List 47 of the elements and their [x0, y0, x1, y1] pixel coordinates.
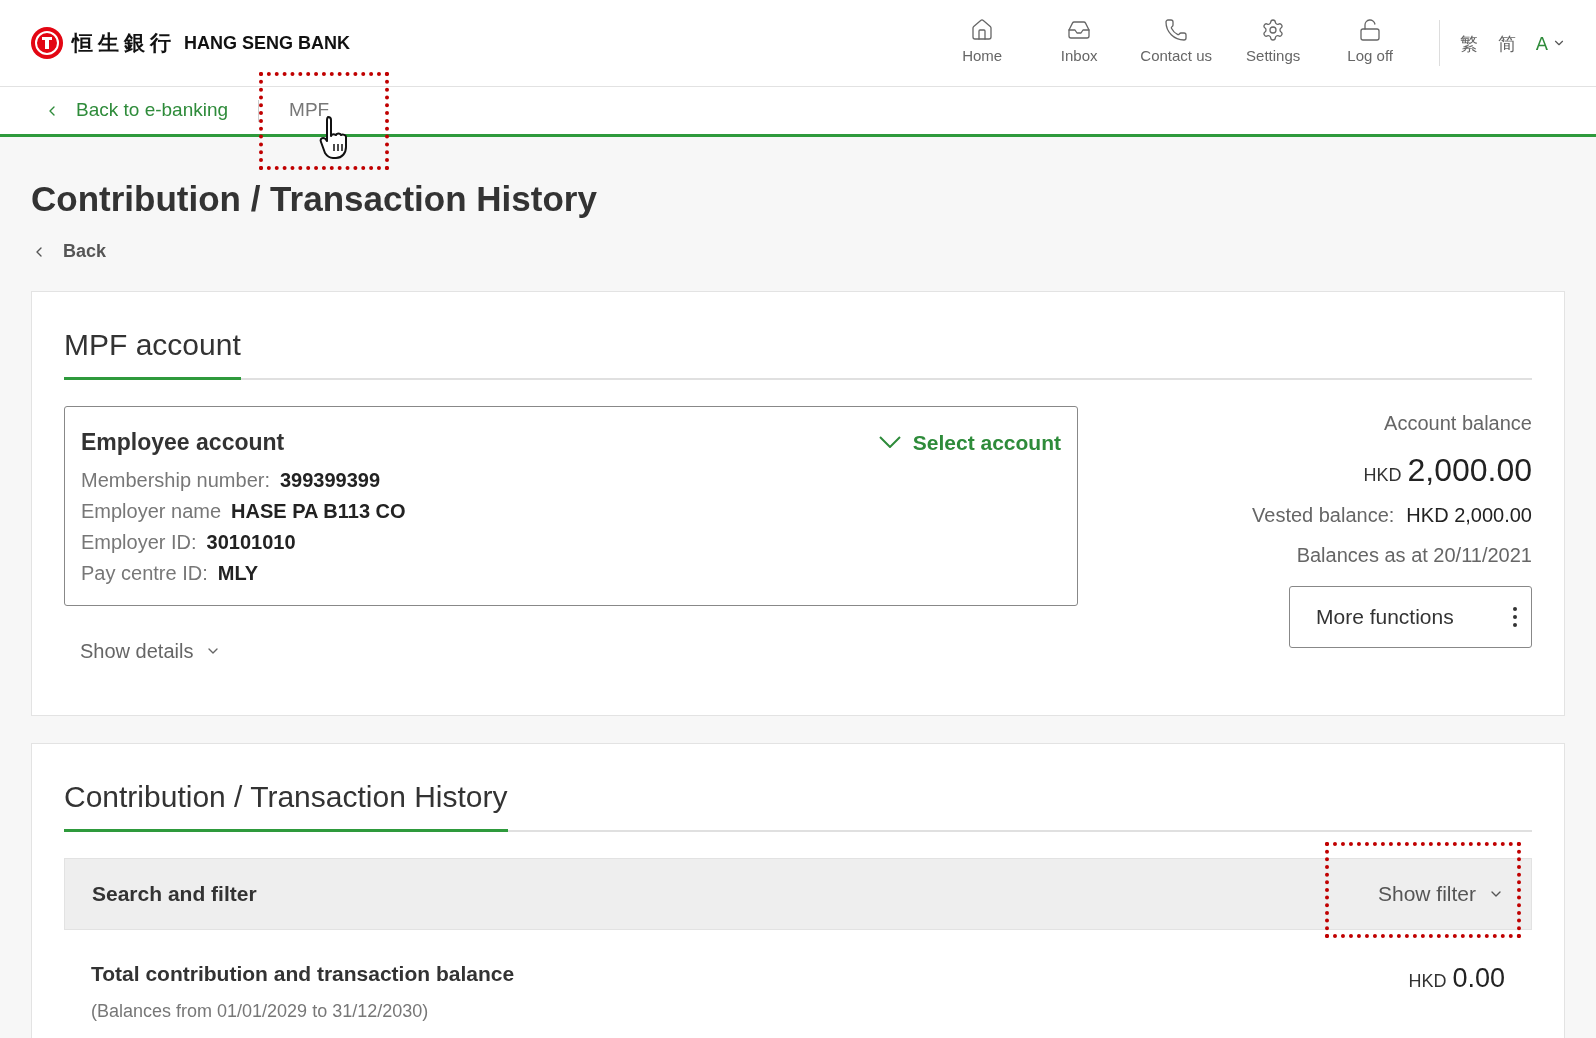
more-functions-button[interactable]: More functions	[1289, 586, 1532, 648]
currency-label: HKD	[1408, 970, 1447, 993]
nav-button[interactable]: Home	[933, 18, 1031, 68]
field-label: Membership number:	[81, 467, 270, 492]
section-heading: Contribution / Transaction History	[64, 774, 508, 832]
nav-button[interactable]: Settings	[1224, 18, 1322, 68]
currency-label: HKD	[1363, 464, 1402, 487]
nav-button[interactable]: Inbox	[1030, 18, 1128, 68]
account-title: Employee account	[81, 428, 285, 457]
settings-icon	[1261, 18, 1286, 43]
filter-title: Search and filter	[92, 881, 257, 908]
bank-chinese-name: 恒生銀行	[72, 29, 176, 58]
total-amount: 0.00	[1452, 962, 1505, 995]
unlocked-padlock-icon	[1358, 18, 1383, 43]
field-label: Employer name	[81, 498, 222, 523]
field-value: HASE PA B113 CO	[231, 498, 406, 523]
bank-logo-icon	[30, 26, 64, 60]
phone-icon	[1164, 18, 1189, 43]
back-link[interactable]: Back	[31, 238, 107, 265]
balance-amount: 2,000.00	[1407, 451, 1532, 490]
back-to-ebanking-link[interactable]: Back to e-banking	[44, 96, 229, 125]
nav-button[interactable]: Log off	[1321, 18, 1419, 68]
total-range: (Balances from 01/01/2029 to 31/12/2030)	[91, 999, 430, 1023]
field-label: Employer ID:	[81, 529, 197, 554]
total-label: Total contribution and transaction balance	[91, 961, 515, 987]
balance-label: Account balance	[1384, 411, 1532, 436]
select-account-button[interactable]: Select account	[878, 426, 1061, 458]
vested-label: Vested balance:	[1252, 503, 1395, 528]
more-vertical-icon	[1513, 607, 1517, 627]
vested-amount: HKD 2,000.00	[1406, 503, 1532, 528]
bank-name: HANG SENG BANK	[184, 31, 350, 55]
nav-button[interactable]: Contact us	[1127, 18, 1225, 68]
field-label: Pay centre ID:	[81, 560, 208, 585]
balance-date: Balances as at 20/11/2021	[1296, 543, 1532, 568]
language-option[interactable]: 繁	[1459, 29, 1478, 57]
field-value: 30101010	[206, 529, 296, 554]
home-icon	[970, 18, 995, 43]
field-value: MLY	[217, 560, 259, 585]
show-details-button[interactable]: Show details	[80, 636, 222, 666]
page-title: Contribution / Transaction History	[31, 181, 598, 216]
chevron-down-icon	[878, 436, 901, 449]
language-option[interactable]: A	[1535, 29, 1566, 57]
show-filter-button[interactable]: Show filter	[1377, 878, 1504, 910]
section-heading: MPF account	[64, 322, 241, 380]
field-value: 399399399	[279, 467, 381, 492]
breadcrumb-current: MPF	[289, 98, 330, 123]
language-option[interactable]: 简	[1497, 29, 1516, 57]
